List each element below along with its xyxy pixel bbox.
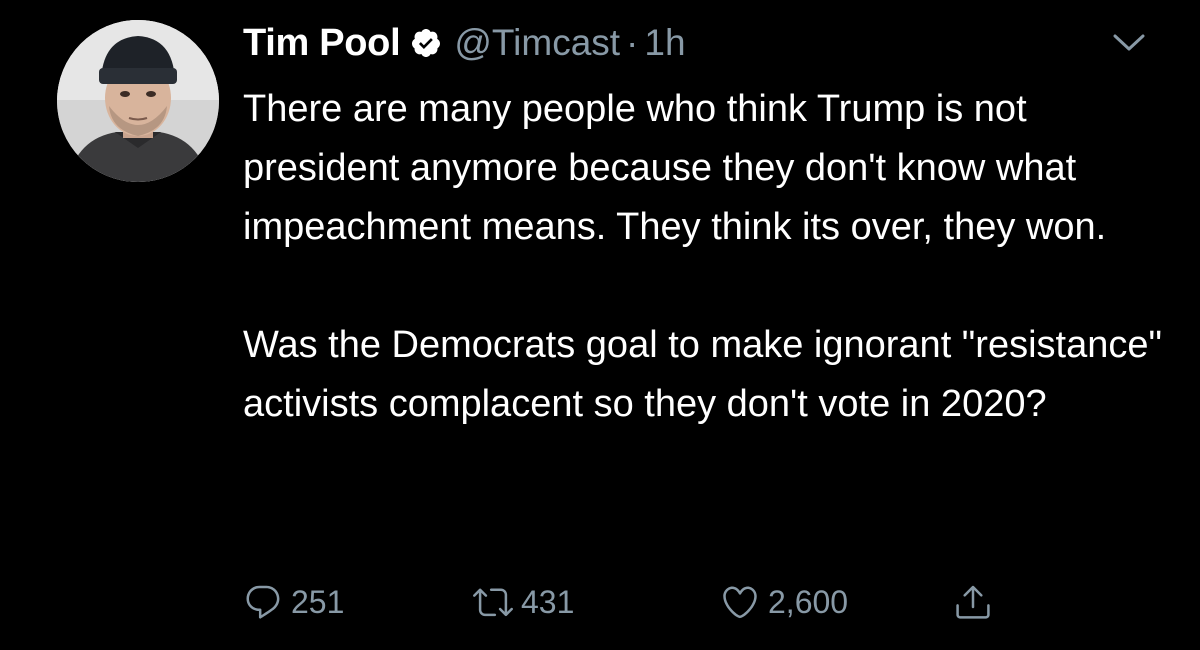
heart-icon bbox=[723, 586, 757, 619]
separator-dot: · bbox=[626, 22, 639, 63]
share-button[interactable] bbox=[953, 574, 993, 630]
retweet-count: 431 bbox=[521, 583, 575, 620]
reply-count: 251 bbox=[291, 583, 345, 620]
avatar[interactable] bbox=[57, 20, 219, 182]
tweet-actions: 251 431 2,600 bbox=[0, 574, 1200, 630]
retweet-icon bbox=[473, 588, 513, 617]
verified-badge-icon bbox=[410, 27, 442, 59]
reply-button[interactable]: 251 bbox=[243, 574, 344, 630]
retweet-button[interactable]: 431 bbox=[473, 574, 574, 630]
timestamp[interactable]: 1h bbox=[644, 22, 685, 64]
tweet-text: There are many people who think Trump is… bbox=[243, 80, 1163, 434]
like-button[interactable]: 2,600 bbox=[720, 574, 848, 630]
author-name[interactable]: Tim Pool bbox=[243, 22, 401, 65]
tweet-header: Tim Pool @Timcast · 1h bbox=[243, 18, 686, 68]
tweet-paragraph: Was the Democrats goal to make ignorant … bbox=[243, 324, 1173, 425]
avatar-photo bbox=[57, 20, 219, 182]
reply-icon bbox=[246, 585, 280, 619]
chevron-down-icon[interactable] bbox=[1107, 26, 1151, 58]
like-count: 2,600 bbox=[768, 583, 849, 620]
share-icon bbox=[956, 585, 990, 619]
tweet-paragraph: There are many people who think Trump is… bbox=[243, 88, 1107, 248]
tweet[interactable]: Tim Pool @Timcast · 1h There are many pe… bbox=[0, 0, 1200, 650]
author-handle[interactable]: @Timcast bbox=[454, 22, 620, 64]
